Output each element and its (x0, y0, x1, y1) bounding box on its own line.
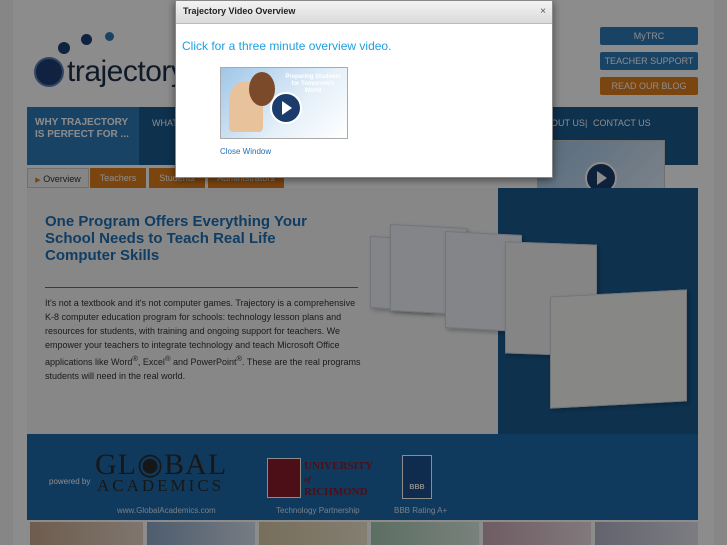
close-icon[interactable]: × (540, 6, 546, 17)
overview-video-link[interactable]: Click for a three minute overview video. (182, 39, 391, 53)
video-title: Preparing Students for Tomorrow's World (285, 74, 341, 94)
video-thumbnail[interactable]: Preparing Students for Tomorrow's World (220, 67, 348, 139)
video-overview-dialog: Trajectory Video Overview × Click for a … (175, 0, 553, 178)
close-window-link[interactable]: Close Window (220, 147, 271, 156)
play-icon[interactable] (270, 92, 302, 124)
dialog-header: Trajectory Video Overview × (176, 1, 552, 24)
dialog-title: Trajectory Video Overview (183, 6, 296, 16)
